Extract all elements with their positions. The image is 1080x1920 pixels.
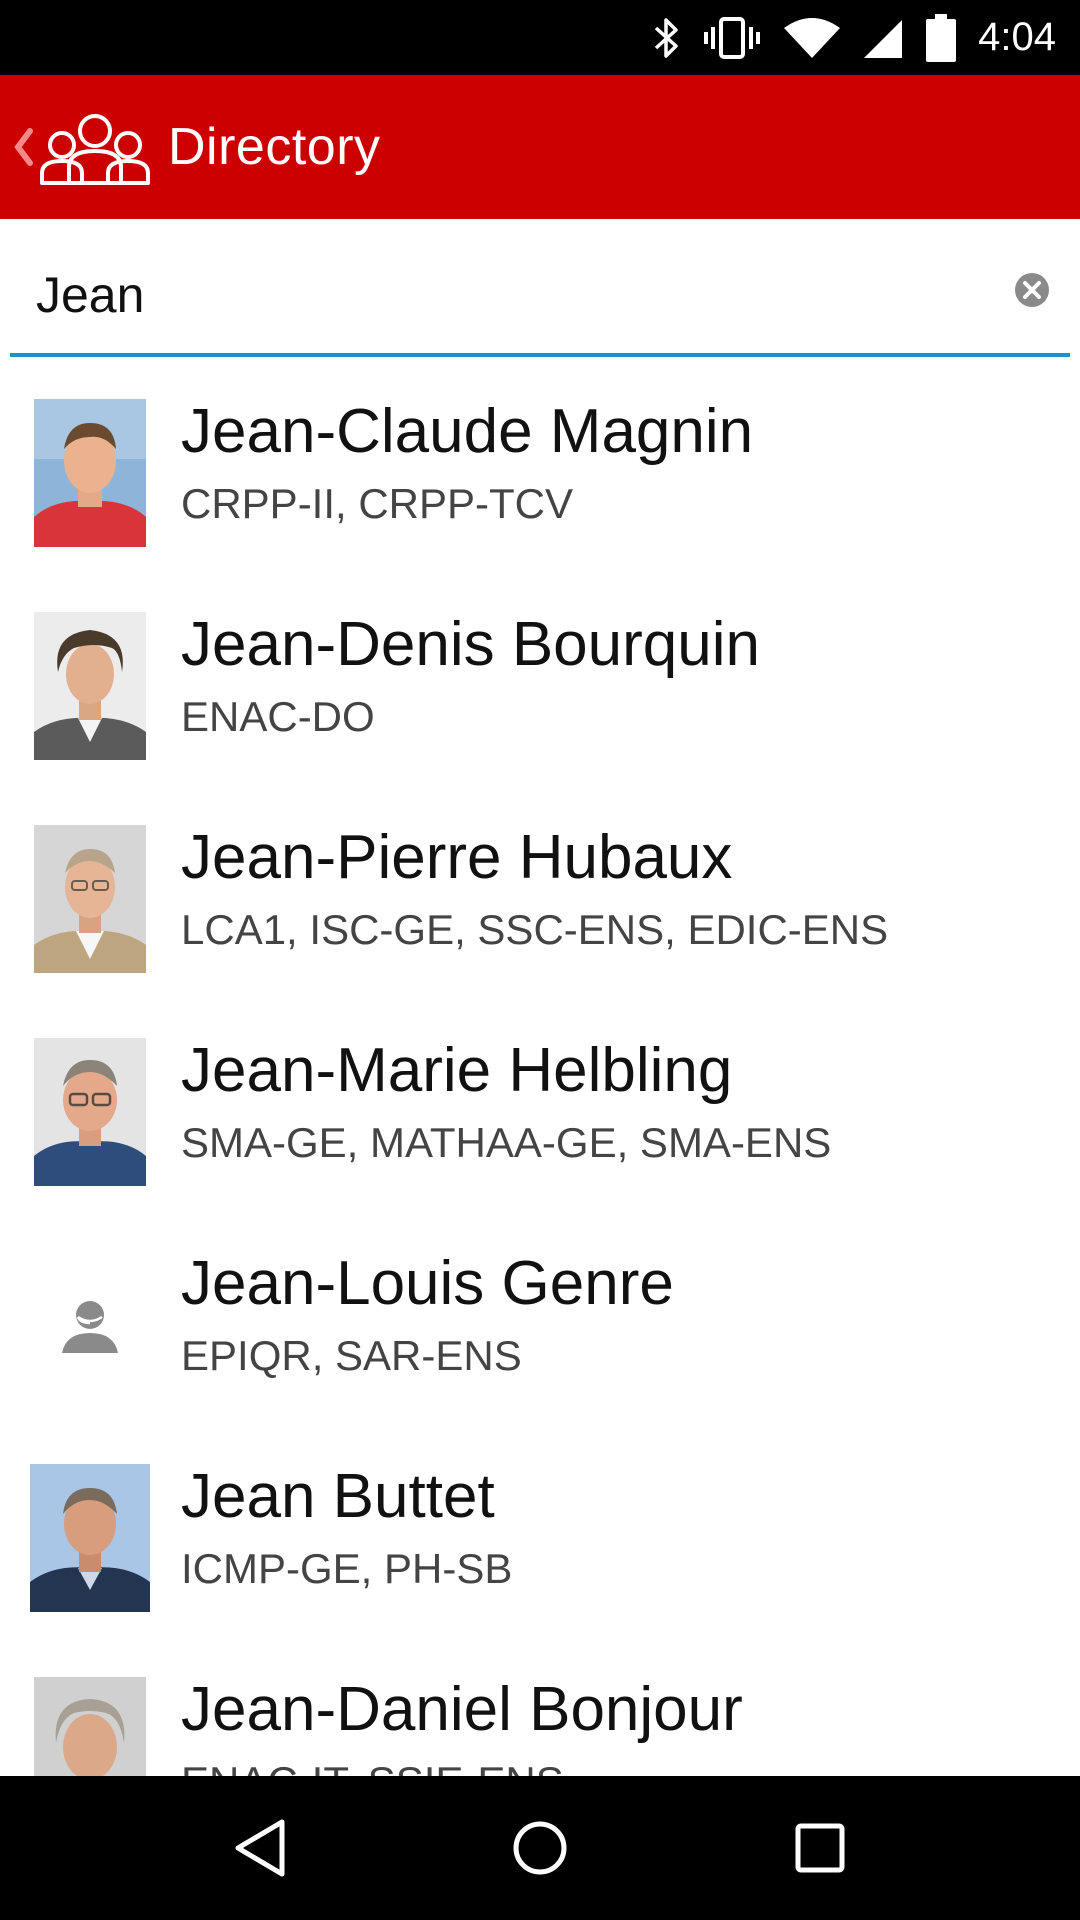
chevron-left-icon[interactable] xyxy=(12,127,34,167)
vibrate-icon xyxy=(704,16,761,59)
app-bar: Directory xyxy=(0,75,1080,219)
search-field xyxy=(10,219,1070,357)
person-units: ENAC-DO xyxy=(181,693,375,740)
person-units: LCA1, ISC-GE, SSC-ENS, EDIC-ENS xyxy=(181,906,889,953)
avatar xyxy=(34,825,146,973)
person-units: CRPP-II, CRPP-TCV xyxy=(181,480,574,527)
list-item[interactable]: Jean-Pierre Hubaux LCA1, ISC-GE, SSC-ENS… xyxy=(0,818,1080,1031)
default-avatar-icon xyxy=(34,1251,146,1399)
screen: 4:04 Directory Jean Jean-Claude Magnin C… xyxy=(0,0,1080,1920)
person-units: EPIQR, SAR-ENS xyxy=(181,1332,522,1379)
person-name: Jean-Denis Bourquin xyxy=(181,610,761,679)
list-item[interactable]: Jean-Daniel Bonjour ENAC-IT, SSIE-ENS xyxy=(0,1670,1080,1776)
avatar xyxy=(34,1038,146,1186)
person-units: SMA-GE, MATHAA-GE, SMA-ENS xyxy=(181,1119,832,1166)
nav-home-icon[interactable] xyxy=(504,1812,576,1884)
people-group-icon[interactable] xyxy=(38,105,152,189)
avatar xyxy=(30,1464,150,1612)
person-name: Jean-Claude Magnin xyxy=(181,397,754,466)
nav-bar xyxy=(0,1776,1080,1920)
list-item[interactable]: Jean-Denis Bourquin ENAC-DO xyxy=(0,605,1080,818)
page-title: Directory xyxy=(168,118,381,176)
nav-back-icon[interactable] xyxy=(224,1812,296,1884)
person-units: ICMP-GE, PH-SB xyxy=(181,1545,513,1592)
wifi-icon xyxy=(784,17,841,58)
person-units: ENAC-IT, SSIE-ENS xyxy=(181,1754,564,1776)
clear-circle-icon[interactable] xyxy=(1014,272,1050,308)
nav-recents-icon[interactable] xyxy=(784,1812,856,1884)
person-name: Jean Buttet xyxy=(181,1462,495,1531)
status-icons: 4:04 xyxy=(652,0,1056,75)
search-input[interactable] xyxy=(36,259,976,331)
avatar xyxy=(34,1677,146,1776)
list-item[interactable]: Jean-Claude Magnin CRPP-II, CRPP-TCV xyxy=(0,392,1080,605)
status-time: 4:04 xyxy=(978,15,1056,59)
status-bar: 4:04 xyxy=(0,0,1080,75)
bluetooth-icon xyxy=(654,17,678,58)
search-underline xyxy=(10,353,1070,357)
cell-signal-icon xyxy=(864,19,903,58)
avatar xyxy=(34,399,146,547)
avatar xyxy=(34,612,146,760)
person-name: Jean-Daniel Bonjour xyxy=(181,1675,743,1744)
person-name: Jean-Pierre Hubaux xyxy=(181,823,733,892)
list-item[interactable]: Jean-Marie Helbling SMA-GE, MATHAA-GE, S… xyxy=(0,1031,1080,1244)
person-name: Jean-Louis Genre xyxy=(181,1249,674,1318)
results-list: Jean-Claude Magnin CRPP-II, CRPP-TCV Jea… xyxy=(0,392,1080,1776)
list-item[interactable]: Jean Buttet ICMP-GE, PH-SB xyxy=(0,1457,1080,1670)
person-name: Jean-Marie Helbling xyxy=(181,1036,733,1105)
battery-icon xyxy=(926,13,957,62)
list-item[interactable]: Jean-Louis Genre EPIQR, SAR-ENS xyxy=(0,1244,1080,1457)
